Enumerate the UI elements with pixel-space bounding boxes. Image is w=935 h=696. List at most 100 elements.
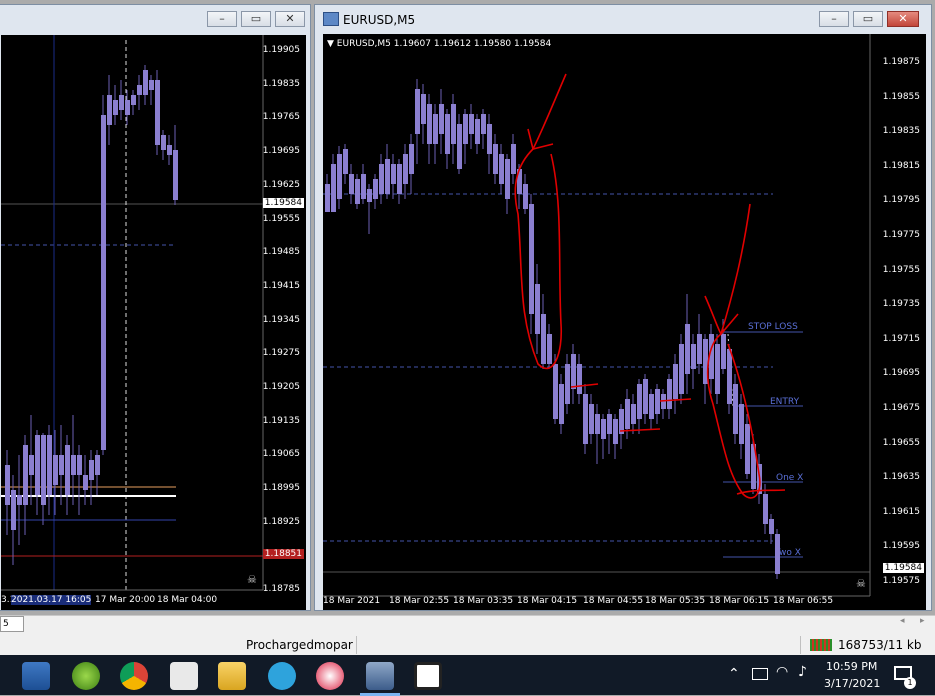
- right-chart-area[interactable]: STOP LOSS ENTRY One X Two X ☠ ▼ EURUSD,M5 1.…: [323, 34, 926, 610]
- candle-body: [451, 104, 456, 144]
- horizontal-mark: [619, 428, 661, 432]
- candle-body: [655, 389, 660, 414]
- scroll-left-icon[interactable]: ◂: [900, 616, 905, 626]
- candle-body: [433, 114, 438, 144]
- volume-icon[interactable]: ♪: [798, 664, 807, 680]
- price-tick-label: 1.19655: [882, 437, 920, 448]
- candle-body: [571, 354, 576, 389]
- dropdown-triangle-icon[interactable]: ▼: [327, 39, 334, 49]
- candle-body: [41, 435, 46, 505]
- maximize-button[interactable]: ▭: [241, 11, 271, 27]
- candle-body: [601, 419, 606, 439]
- price-tick-label: 1.19905: [262, 45, 300, 55]
- right-price-axis: 1.19875 1.19855 1.19835 1.19815 1.19795 1.197…: [870, 34, 926, 594]
- price-tick-label: 1.19695: [262, 146, 300, 157]
- price-tick-label: 1.19695: [882, 368, 920, 379]
- candle-body: [421, 94, 426, 124]
- chrome-icon[interactable]: [120, 662, 148, 690]
- candle-body: [547, 334, 552, 364]
- candle-body: [553, 364, 558, 419]
- maximize-button[interactable]: ▭: [853, 11, 883, 27]
- candle-body: [607, 414, 612, 434]
- candle-body: [589, 404, 594, 434]
- price-tick-label: 1.19815: [882, 160, 920, 171]
- metatrader-icon[interactable]: [360, 662, 400, 696]
- minimize-button[interactable]: –: [207, 11, 237, 27]
- wifi-icon[interactable]: ◠: [776, 664, 788, 680]
- candle-body: [535, 284, 540, 334]
- candle-body: [673, 364, 678, 399]
- candle-body: [565, 364, 570, 404]
- candle-body: [763, 494, 768, 524]
- status-divider: [356, 636, 357, 654]
- clock-time[interactable]: 10:59 PM: [826, 660, 877, 673]
- minimize-button[interactable]: –: [819, 11, 849, 27]
- candle-body: [379, 164, 384, 194]
- candle-body: [733, 384, 738, 434]
- expert-icon: ☠: [247, 573, 257, 586]
- status-bar: 5 ◂ ▸ Prochargedmopar 168753/11 kb: [0, 615, 935, 656]
- candle-body: [95, 455, 100, 475]
- candle-body: [457, 124, 462, 169]
- timeframe-field[interactable]: 5: [0, 616, 24, 632]
- computer-icon[interactable]: [22, 662, 50, 690]
- calculator-icon[interactable]: [170, 662, 198, 690]
- price-tick-label: 1.19615: [882, 506, 920, 517]
- battery-icon[interactable]: [752, 668, 768, 680]
- candle-body: [475, 119, 480, 144]
- candle-body: [415, 89, 420, 134]
- candle-body: [325, 184, 330, 212]
- media-icon[interactable]: [414, 662, 442, 690]
- stop-loss-label: STOP LOSS: [748, 322, 798, 332]
- ohlc-values: EURUSD,M5 1.19607 1.19612 1.19580 1.1958…: [336, 39, 552, 49]
- candle-body: [155, 80, 160, 145]
- one-x-label: One X: [776, 473, 803, 483]
- price-tick-label: 1.19755: [882, 264, 920, 275]
- price-tick-label: 1.19715: [882, 333, 920, 344]
- candle-body: [505, 159, 510, 199]
- time-tick-label: 18 Mar 04:55: [583, 596, 644, 606]
- candle-body: [715, 344, 720, 394]
- trading-app-icon[interactable]: [72, 662, 100, 690]
- candle-body: [643, 379, 648, 414]
- candle-body: [463, 114, 468, 144]
- candle-body: [349, 174, 354, 194]
- candle-body: [83, 475, 88, 490]
- price-tick-label: 1.19625: [262, 179, 300, 190]
- left-window-controls: – ▭ ✕: [207, 11, 307, 27]
- file-explorer-icon[interactable]: [218, 662, 246, 690]
- entry-label: ENTRY: [770, 397, 800, 407]
- time-tick-label: 18 Mar 06:55: [773, 596, 834, 606]
- ohlc-readout: ▼ EURUSD,M5 1.19607 1.19612 1.19580 1.19…: [327, 39, 551, 49]
- candle-body: [23, 445, 28, 505]
- left-time-axis: 3.172021.03.17 16:0517 Mar 20:0018 Mar 0…: [1, 595, 306, 609]
- close-button[interactable]: ✕: [887, 11, 919, 27]
- candle-body: [17, 495, 22, 505]
- candle-body: [107, 95, 112, 125]
- show-hidden-icons[interactable]: ⌃: [728, 666, 740, 682]
- left-chart-window[interactable]: – ▭ ✕ ☠ 1.19905 1.19835 1.19765 1.19695 1.19…: [0, 4, 311, 611]
- candle-body: [11, 490, 16, 530]
- candle-body: [367, 189, 372, 202]
- time-tick-label: 18 Mar 04:00: [157, 595, 218, 605]
- clock-date[interactable]: 3/17/2021: [824, 677, 880, 690]
- candle-body: [481, 114, 486, 134]
- candle-body: [391, 164, 396, 184]
- right-chart-window[interactable]: EURUSD,M5 – ▭ ✕ STOP LOSS ENTRY One X Two X…: [314, 4, 932, 611]
- left-price-axis: 1.19905 1.19835 1.19765 1.19695 1.19625 1.195…: [261, 35, 306, 595]
- highlight-loop: [514, 148, 563, 370]
- candle-body: [775, 534, 780, 574]
- scroll-right-icon[interactable]: ▸: [920, 616, 925, 626]
- price-tick-label: 1.19835: [882, 126, 920, 137]
- candle-body: [137, 85, 142, 95]
- candle-body: [745, 424, 750, 474]
- candle-body: [685, 324, 690, 374]
- telegram-icon[interactable]: [268, 662, 296, 690]
- candle-body: [427, 104, 432, 144]
- candle-body: [625, 399, 630, 429]
- paint-icon[interactable]: [316, 662, 344, 690]
- close-button[interactable]: ✕: [275, 11, 305, 27]
- candle-body: [331, 164, 336, 212]
- candle-body: [77, 455, 82, 475]
- current-price-tag: 1.19584: [882, 563, 924, 573]
